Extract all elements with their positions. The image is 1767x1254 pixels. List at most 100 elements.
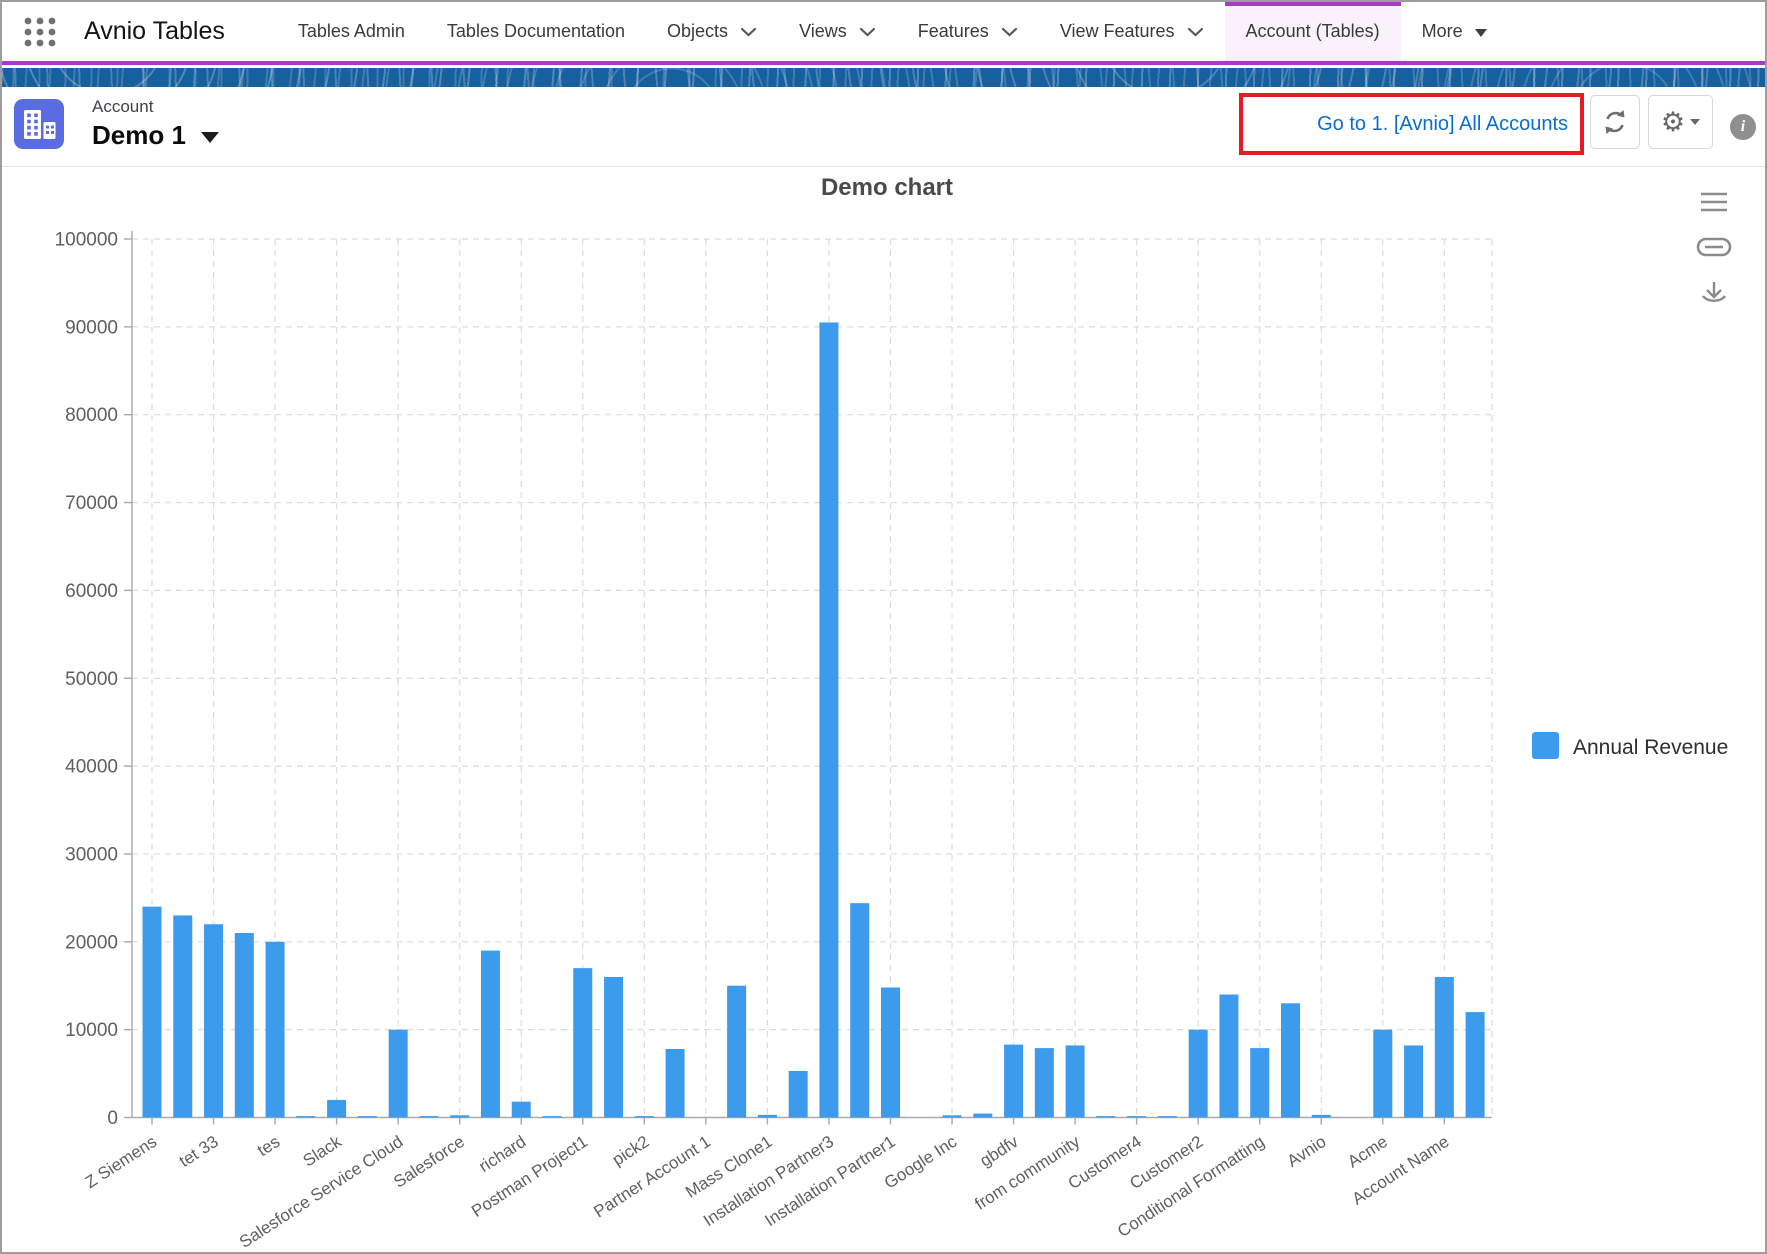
bar[interactable]	[143, 907, 162, 1118]
tab-label: View Features	[1060, 21, 1175, 42]
legend-label[interactable]: Annual Revenue	[1573, 736, 1728, 759]
caret-down-icon	[1690, 119, 1700, 125]
bar[interactable]	[512, 1102, 531, 1118]
bar[interactable]	[666, 1049, 685, 1118]
app-launcher-icon[interactable]	[22, 14, 58, 50]
y-tick-label: 30000	[65, 844, 118, 865]
tab-objects[interactable]: Objects	[646, 2, 778, 61]
refresh-icon	[1600, 107, 1630, 137]
y-tick-label: 70000	[65, 493, 118, 514]
bar[interactable]	[881, 987, 900, 1117]
tab-label: More	[1422, 21, 1463, 42]
bar[interactable]	[1096, 1116, 1115, 1117]
settings-button[interactable]: ⚙	[1648, 95, 1713, 149]
account-entity-icon	[14, 99, 64, 149]
x-tick-label: pick2	[609, 1132, 653, 1170]
screen: Avnio Tables Tables AdminTables Document…	[0, 0, 1767, 1254]
annotation-highlight-box: Go to 1. [Avnio] All Accounts	[1239, 93, 1584, 155]
x-tick-label: Avnio	[1284, 1132, 1330, 1171]
bar[interactable]	[850, 903, 869, 1117]
tab-label: Views	[799, 21, 847, 42]
y-tick-label: 10000	[65, 1020, 118, 1041]
global-nav: Avnio Tables Tables AdminTables Document…	[2, 2, 1765, 65]
bar[interactable]	[1189, 1030, 1208, 1118]
legend-swatch[interactable]	[1532, 732, 1559, 759]
bar[interactable]	[943, 1115, 962, 1117]
y-tick-label: 0	[107, 1108, 118, 1129]
caret-down-icon	[201, 132, 219, 143]
tab-label: Tables Documentation	[447, 21, 625, 42]
chevron-down-icon	[1001, 27, 1018, 37]
bar[interactable]	[1404, 1045, 1423, 1117]
bar[interactable]	[604, 977, 623, 1118]
decorative-banner	[2, 68, 1765, 87]
bar[interactable]	[973, 1114, 992, 1118]
x-tick-label: Postman Project1	[468, 1132, 591, 1221]
tab-views[interactable]: Views	[778, 2, 897, 61]
x-tick-label: Slack	[300, 1132, 346, 1171]
x-tick-label: Z Siemens	[82, 1132, 160, 1192]
tab-view-features[interactable]: View Features	[1039, 2, 1225, 61]
y-tick-label: 100000	[55, 230, 118, 251]
bar[interactable]	[1066, 1045, 1085, 1117]
y-tick-label: 20000	[65, 932, 118, 953]
bar[interactable]	[419, 1116, 438, 1117]
bar[interactable]	[327, 1100, 346, 1118]
chevron-down-icon	[1187, 27, 1204, 37]
bar[interactable]	[1466, 1012, 1485, 1117]
bar[interactable]	[819, 322, 838, 1117]
bar[interactable]	[296, 1116, 315, 1117]
bar[interactable]	[1035, 1048, 1054, 1117]
bar[interactable]	[789, 1071, 808, 1118]
bar[interactable]	[389, 1030, 408, 1118]
gear-icon: ⚙	[1661, 109, 1685, 136]
x-tick-label: from community	[972, 1132, 1084, 1214]
tab-label: Tables Admin	[298, 21, 405, 42]
bar[interactable]	[1127, 1116, 1146, 1117]
chart-card: Demo chart 01000020000300004000050000600…	[2, 166, 1765, 1252]
y-tick-label: 50000	[65, 669, 118, 690]
bar[interactable]	[573, 968, 592, 1117]
record-title-menu[interactable]: Demo 1	[92, 120, 219, 151]
tab-features[interactable]: Features	[897, 2, 1039, 61]
x-tick-label: tet 33	[176, 1132, 222, 1171]
tab-tables-documentation[interactable]: Tables Documentation	[426, 2, 646, 61]
bar-chart: 0100002000030000400005000060000700008000…	[2, 167, 1767, 1253]
bar[interactable]	[358, 1116, 377, 1117]
record-title: Demo 1	[92, 120, 186, 151]
info-icon[interactable]: i	[1730, 114, 1756, 140]
y-tick-label: 40000	[65, 757, 118, 778]
tab-tables-admin[interactable]: Tables Admin	[277, 2, 426, 61]
bar[interactable]	[173, 915, 192, 1117]
bar[interactable]	[1435, 977, 1454, 1118]
x-tick-label: tes	[254, 1132, 283, 1160]
bar[interactable]	[727, 986, 746, 1118]
bar[interactable]	[235, 933, 254, 1117]
tab-account-tables[interactable]: Account (Tables)	[1225, 2, 1401, 61]
bar[interactable]	[450, 1115, 469, 1117]
y-tick-label: 80000	[65, 405, 118, 426]
tab-label: Objects	[667, 21, 728, 42]
refresh-button[interactable]	[1590, 95, 1640, 149]
bar[interactable]	[1373, 1030, 1392, 1118]
tab-label: Features	[918, 21, 989, 42]
bar[interactable]	[1004, 1045, 1023, 1118]
page-header: Account Demo 1 Go to 1. [Avnio] All Acco…	[2, 87, 1765, 161]
bar[interactable]	[635, 1116, 654, 1117]
goto-list-view-link[interactable]: Go to 1. [Avnio] All Accounts	[1317, 113, 1568, 136]
tab-more[interactable]: More	[1401, 2, 1508, 61]
bar[interactable]	[758, 1115, 777, 1118]
x-tick-label: Salesforce	[390, 1132, 468, 1192]
bar[interactable]	[543, 1116, 562, 1117]
bar[interactable]	[481, 951, 500, 1118]
x-tick-label: Acme	[1344, 1132, 1391, 1172]
bar[interactable]	[1312, 1115, 1331, 1118]
bar[interactable]	[266, 942, 285, 1118]
bar[interactable]	[1250, 1048, 1269, 1117]
caret-down-icon	[1475, 29, 1487, 37]
bar[interactable]	[1158, 1116, 1177, 1117]
nav-tab-bar: Tables Admin Tables Documentation Objects V…	[277, 2, 1508, 61]
bar[interactable]	[1281, 1003, 1300, 1117]
bar[interactable]	[204, 924, 223, 1117]
bar[interactable]	[1219, 995, 1238, 1118]
